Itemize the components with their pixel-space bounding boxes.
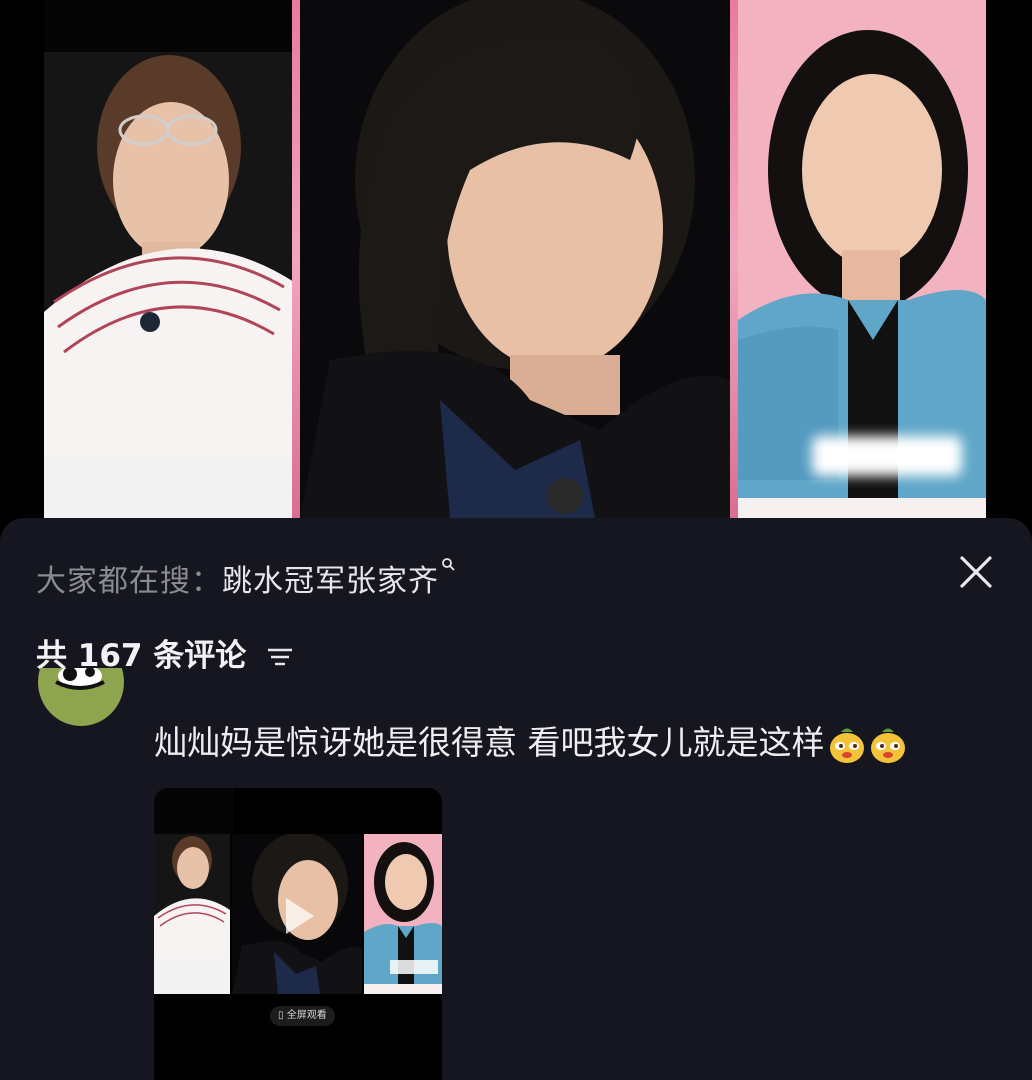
fullscreen-label: 全屏观看 <box>286 1010 327 1021</box>
smug-face-emoji <box>828 726 866 764</box>
thumb-panel-right <box>364 834 442 994</box>
fullscreen-icon: ▯ <box>278 1010 284 1021</box>
person-figure-center <box>300 0 730 518</box>
video-top-bar <box>44 0 334 52</box>
play-icon[interactable] <box>282 896 316 936</box>
person-figure-left <box>44 52 294 518</box>
video-panel-left <box>44 52 294 518</box>
fullscreen-button[interactable]: ▯ 全屏观看 <box>270 1006 335 1026</box>
comment-video-thumbnail[interactable]: ▯ 全屏观看 <box>154 788 442 1080</box>
avatar[interactable] <box>38 668 124 744</box>
search-icon <box>441 556 455 575</box>
stage-divider <box>730 0 738 518</box>
search-suggestion-term[interactable]: 跳水冠军张家齐 <box>222 564 439 599</box>
thumb-panel-left <box>154 834 230 994</box>
search-suggestion[interactable]: 大家都在搜：跳水冠军张家齐 <box>36 556 455 600</box>
sort-lines-icon[interactable] <box>267 640 293 676</box>
thumb-top-bar <box>154 788 234 834</box>
search-suggestion-prefix: 大家都在搜： <box>36 564 222 599</box>
video-panel-center <box>300 0 730 518</box>
comment-sheet: 大家都在搜：跳水冠军张家齐 共 167 条评论 灿灿妈是惊讶她是很得意 看吧我女… <box>0 518 1032 1080</box>
censor-blur <box>812 436 962 476</box>
smug-face-emoji <box>869 726 907 764</box>
close-icon[interactable] <box>956 552 996 592</box>
comment-text: 灿灿妈是惊讶她是很得意 看吧我女儿就是这样 <box>154 723 825 762</box>
stage-divider <box>292 0 300 518</box>
comment-body: 灿灿妈是惊讶她是很得意 看吧我女儿就是这样 <box>154 716 907 764</box>
video-player[interactable] <box>0 0 1032 540</box>
